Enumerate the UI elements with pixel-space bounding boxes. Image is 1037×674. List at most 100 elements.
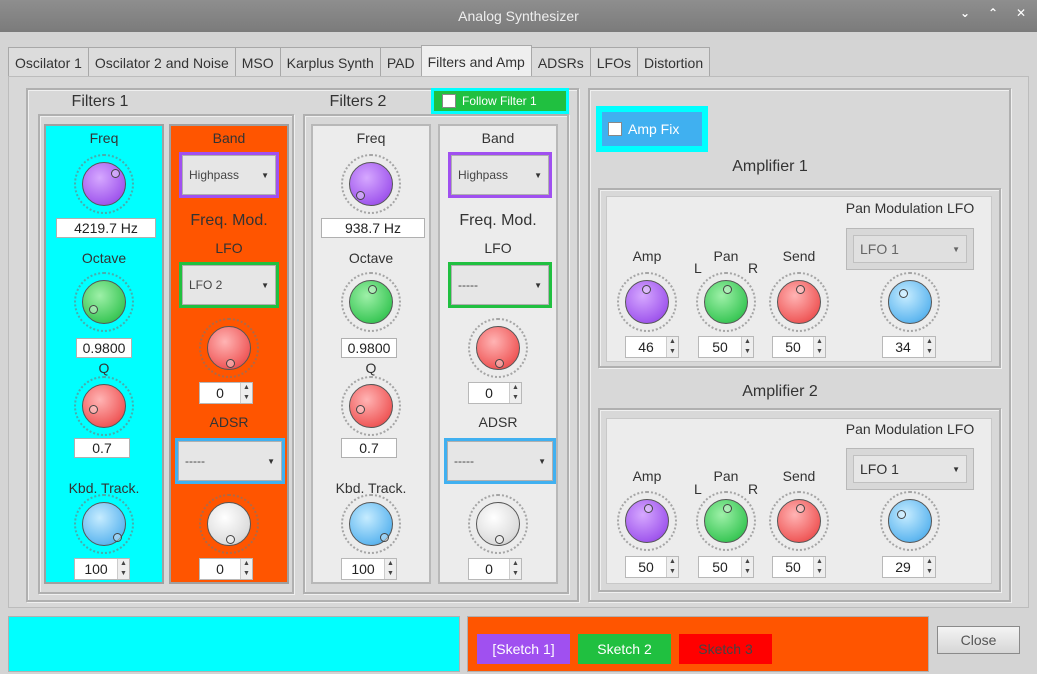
amp-spinbox[interactable]: 46 ▲ ▼ xyxy=(625,336,679,358)
close-button[interactable]: Close xyxy=(937,626,1020,654)
q-knob[interactable] xyxy=(82,384,126,428)
sketch3-button[interactable]: Sketch 3 xyxy=(679,634,772,664)
spin-arrows-icon[interactable]: ▲ ▼ xyxy=(923,557,935,577)
q-knob[interactable] xyxy=(349,384,393,428)
tab-oscilator-2-and-noise[interactable]: Oscilator 2 and Noise xyxy=(87,47,236,77)
follow-filter1-checkbox[interactable]: Follow Filter 1 xyxy=(434,91,566,111)
minimize-icon[interactable]: ⌄ xyxy=(957,6,973,20)
chevron-down-icon: ▼ xyxy=(952,464,960,474)
q-value[interactable]: 0.7 xyxy=(341,438,397,458)
kbd-track-spinbox[interactable]: 100 ▲ ▼ xyxy=(74,558,130,580)
pan-label: Pan xyxy=(713,468,739,484)
tab-lfos[interactable]: LFOs xyxy=(589,47,638,77)
freq-knob[interactable] xyxy=(82,162,126,206)
adsr-amount-knob[interactable] xyxy=(207,502,251,546)
pan-mod-lfo-knob[interactable] xyxy=(888,499,932,543)
chevron-down-icon: ▼ xyxy=(538,456,546,466)
spin-arrows-icon[interactable]: ▲ ▼ xyxy=(509,559,521,579)
kbd-track-spinbox[interactable]: 100 ▲ ▼ xyxy=(341,558,397,580)
pan-spinbox[interactable]: 50 ▲ ▼ xyxy=(698,556,754,578)
maximize-icon[interactable]: ⌃ xyxy=(985,6,1001,20)
pan-mod-lfo-select[interactable]: LFO 1 ▼ xyxy=(846,448,974,490)
octave-knob[interactable] xyxy=(349,280,393,324)
adsr-select[interactable]: ----- ▼ xyxy=(175,438,285,484)
pan-knob[interactable] xyxy=(704,280,748,324)
band-select[interactable]: Highpass ▼ xyxy=(179,152,279,198)
send-spinbox[interactable]: 50 ▲ ▼ xyxy=(772,556,826,578)
q-value[interactable]: 0.7 xyxy=(74,438,130,458)
octave-value[interactable]: 0.9800 xyxy=(76,338,132,358)
kbd-track-knob[interactable] xyxy=(82,502,126,546)
filters2-title: Filters 2 xyxy=(329,93,387,110)
tab-distortion[interactable]: Distortion xyxy=(636,47,711,77)
pan-spinbox[interactable]: 50 ▲ ▼ xyxy=(698,336,754,358)
send-knob[interactable] xyxy=(777,280,821,324)
octave-knob[interactable] xyxy=(82,280,126,324)
pan-mod-lfo-select[interactable]: LFO 1 ▼ xyxy=(846,228,974,270)
q-label: Q xyxy=(365,360,377,376)
q-label: Q xyxy=(98,360,110,376)
lfo-select[interactable]: LFO 2 ▼ xyxy=(179,262,279,308)
freq-label: Freq xyxy=(356,130,386,146)
freq-value[interactable]: 4219.7 Hz xyxy=(56,218,156,238)
send-knob[interactable] xyxy=(777,499,821,543)
freq-value[interactable]: 938.7 Hz xyxy=(321,218,425,238)
tab-pad[interactable]: PAD xyxy=(379,47,422,77)
spin-arrows-icon[interactable]: ▲ ▼ xyxy=(509,383,521,403)
checkbox-icon[interactable] xyxy=(442,94,456,108)
spin-arrows-icon[interactable]: ▲ ▼ xyxy=(741,557,753,577)
tab-mso[interactable]: MSO xyxy=(234,47,281,77)
sketch2-button[interactable]: Sketch 2 xyxy=(578,634,671,664)
kbd-track-knob[interactable] xyxy=(349,502,393,546)
adsr-label: ADSR xyxy=(478,414,518,430)
spin-arrows-icon[interactable]: ▲ ▼ xyxy=(741,337,753,357)
title-bar: Analog Synthesizer ⌄ ⌃ ✕ xyxy=(0,0,1037,32)
pan-mod-lfo-spinbox[interactable]: 29 ▲ ▼ xyxy=(882,556,936,578)
adsr-amount-spinbox[interactable]: 0 ▲ ▼ xyxy=(468,558,522,580)
amp-fix-frame: Amp Fix xyxy=(596,106,708,152)
amp-label: Amp xyxy=(632,248,662,264)
lfo-select[interactable]: ----- ▼ xyxy=(448,262,552,308)
lfo-amount-knob[interactable] xyxy=(476,326,520,370)
lfo-label: LFO xyxy=(215,240,243,256)
lfo-amount-spinbox[interactable]: 0 ▲ ▼ xyxy=(468,382,522,404)
send-spinbox[interactable]: 50 ▲ ▼ xyxy=(772,336,826,358)
filters1-title: Filters 1 xyxy=(71,93,129,110)
spin-arrows-icon[interactable]: ▲ ▼ xyxy=(666,557,678,577)
pan-mod-lfo-knob[interactable] xyxy=(888,280,932,324)
tab-karplus-synth[interactable]: Karplus Synth xyxy=(279,47,381,77)
band-select[interactable]: Highpass ▼ xyxy=(448,152,552,198)
amplifier2-title: Amplifier 2 xyxy=(742,383,818,400)
adsr-select[interactable]: ----- ▼ xyxy=(444,438,556,484)
octave-value[interactable]: 0.9800 xyxy=(341,338,397,358)
spin-arrows-icon[interactable]: ▲ ▼ xyxy=(813,557,825,577)
amp-spinbox[interactable]: 50 ▲ ▼ xyxy=(625,556,679,578)
sketch1-button[interactable]: [Sketch 1] xyxy=(477,634,570,664)
tab-oscilator-1[interactable]: Oscilator 1 xyxy=(8,47,89,77)
spin-arrows-icon[interactable]: ▲ ▼ xyxy=(813,337,825,357)
spin-arrows-icon[interactable]: ▲ ▼ xyxy=(117,559,129,579)
tab-filters-and-amp[interactable]: Filters and Amp xyxy=(420,45,532,76)
checkbox-icon[interactable] xyxy=(608,122,622,136)
amp-knob[interactable] xyxy=(625,280,669,324)
lfo-amount-knob[interactable] xyxy=(207,326,251,370)
lfo-amount-spinbox[interactable]: 0 ▲ ▼ xyxy=(199,382,253,404)
freq-knob[interactable] xyxy=(349,162,393,206)
spin-arrows-icon[interactable]: ▲ ▼ xyxy=(923,337,935,357)
spin-arrows-icon[interactable]: ▲ ▼ xyxy=(240,383,252,403)
adsr-amount-knob[interactable] xyxy=(476,502,520,546)
spin-arrows-icon[interactable]: ▲ ▼ xyxy=(666,337,678,357)
amp-fix-checkbox[interactable]: Amp Fix xyxy=(602,112,702,146)
pan-label: Pan xyxy=(713,248,739,264)
pan-right-label: R xyxy=(748,481,759,497)
close-icon[interactable]: ✕ xyxy=(1013,6,1029,20)
spin-arrows-icon[interactable]: ▲ ▼ xyxy=(240,559,252,579)
amp-knob[interactable] xyxy=(625,499,669,543)
adsr-amount-spinbox[interactable]: 0 ▲ ▼ xyxy=(199,558,253,580)
tab-adsrs[interactable]: ADSRs xyxy=(530,47,591,77)
spin-arrows-icon[interactable]: ▲ ▼ xyxy=(384,559,396,579)
band-label: Band xyxy=(212,130,246,146)
pan-knob[interactable] xyxy=(704,499,748,543)
pan-mod-lfo-spinbox[interactable]: 34 ▲ ▼ xyxy=(882,336,936,358)
chevron-down-icon: ▼ xyxy=(261,280,269,290)
